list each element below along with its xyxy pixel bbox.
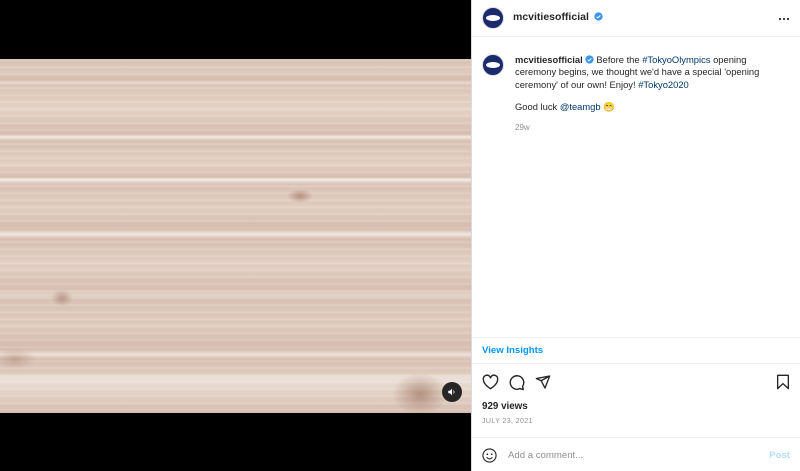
caption-username[interactable]: mcvitiesofficial	[515, 54, 583, 65]
comment-input[interactable]	[508, 447, 758, 463]
action-bar	[472, 372, 800, 392]
insights-bar: View Insights	[472, 337, 800, 364]
like-button[interactable]	[482, 374, 499, 395]
media-pane	[0, 0, 471, 471]
more-dots-icon	[778, 17, 790, 21]
avatar[interactable]	[482, 7, 504, 29]
verified-badge-icon	[594, 12, 603, 21]
caption-second-line: Good luck @teamgb 😁	[515, 101, 615, 112]
share-button[interactable]	[535, 374, 551, 395]
emoji-picker-button[interactable]	[482, 448, 497, 468]
share-icon	[535, 375, 551, 389]
mention-link[interactable]: @teamgb	[560, 101, 601, 112]
post-caption: mcvitiesofficial Before the #TokyoOlympi…	[515, 54, 785, 91]
view-insights-link[interactable]: View Insights	[482, 345, 543, 356]
comment-button[interactable]	[508, 374, 525, 396]
hashtag-link[interactable]: #TokyoOlympics	[642, 54, 710, 65]
emoji: 😁	[603, 101, 615, 112]
speaker-icon	[448, 388, 455, 396]
smiley-icon	[482, 448, 497, 463]
caption-avatar[interactable]	[482, 54, 504, 76]
more-options-button[interactable]	[778, 12, 790, 30]
sound-toggle-button[interactable]	[442, 382, 462, 402]
header-username[interactable]: mcvitiesofficial	[513, 11, 603, 23]
post-date: JULY 23, 2021	[482, 418, 533, 425]
comment-bar: Post	[472, 437, 800, 471]
bookmark-icon	[777, 374, 789, 390]
caption-text: Before the	[593, 54, 643, 65]
caption-timestamp[interactable]: 29w	[515, 123, 530, 132]
heart-icon	[482, 374, 499, 390]
verified-badge-icon	[585, 55, 594, 64]
view-count[interactable]: 929 views	[482, 401, 528, 412]
hashtag-link[interactable]: #Tokyo2020	[638, 79, 689, 90]
post-side-panel: mcvitiesofficial mcvitiesofficial Before…	[472, 0, 800, 471]
video-player[interactable]	[0, 59, 471, 413]
post-comment-button[interactable]: Post	[769, 450, 790, 461]
comment-icon	[509, 375, 525, 391]
post-header: mcvitiesofficial	[472, 0, 800, 37]
save-button[interactable]	[776, 374, 790, 395]
